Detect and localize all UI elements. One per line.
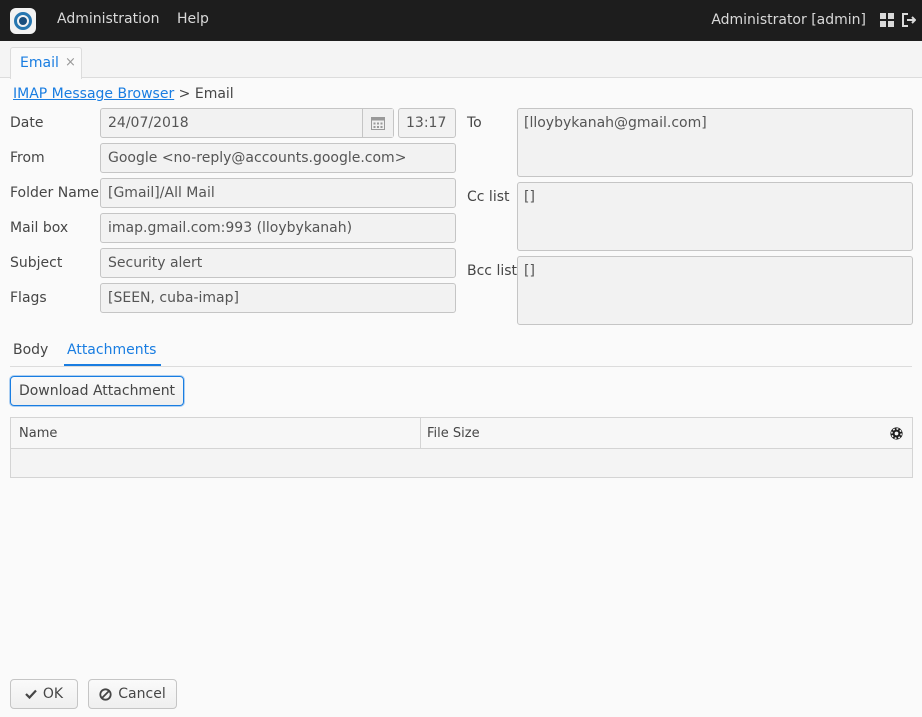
close-icon[interactable]: × [65,55,76,70]
cc-list-field[interactable]: [] [517,182,913,251]
from-label: From [10,150,45,166]
column-header-file-size[interactable]: File Size [427,426,480,441]
user-name[interactable]: Administrator [admin] [711,12,866,28]
subject-label: Subject [10,255,63,271]
cc-list-label: Cc list [467,189,510,205]
tab-bar: Email × [0,41,922,79]
download-attachment-button[interactable]: Download Attachment [10,376,184,406]
app-menu-icon[interactable] [880,13,894,27]
menu-administration[interactable]: Administration [57,11,159,27]
date-label: Date [10,115,44,131]
logo-icon[interactable] [10,8,36,34]
calendar-button[interactable] [362,109,393,137]
cancel-button[interactable]: Cancel [88,679,177,709]
folder-name-label: Folder Name [10,185,100,201]
check-icon [25,689,37,700]
tab-body[interactable]: Body [13,342,48,358]
menu-help[interactable]: Help [177,11,209,27]
top-bar: Administration Help Administrator [admin… [0,0,922,41]
flags-field[interactable]: [SEEN, cuba-imap] [100,283,456,313]
column-divider[interactable] [420,418,421,449]
bcc-list-label: Bcc list [467,263,518,279]
table-header: Name File Size [11,418,912,449]
column-header-name[interactable]: Name [19,426,57,441]
subject-field[interactable]: Security alert [100,248,456,278]
flags-label: Flags [10,290,47,306]
tab-attachments[interactable]: Attachments [67,342,156,358]
bcc-list-field[interactable]: [] [517,256,913,325]
breadcrumb-current: > Email [178,86,234,102]
time-field[interactable]: 13:17 [398,108,456,138]
to-label: To [467,115,482,131]
active-tab-indicator [64,364,161,366]
ban-icon [99,687,112,701]
tab-email-label: Email [20,55,59,71]
attachments-table: Name File Size [10,417,913,478]
to-field[interactable]: [lloybykanah@gmail.com] [517,108,913,177]
folder-name-field[interactable]: [Gmail]/All Mail [100,178,456,208]
tab-email[interactable]: Email × [10,47,82,79]
breadcrumb: IMAP Message Browser > Email [13,86,234,102]
ok-button[interactable]: OK [10,679,78,709]
gear-icon[interactable] [889,426,904,441]
mailbox-field[interactable]: imap.gmail.com:993 (lloybykanah) [100,213,456,243]
logout-icon[interactable] [902,13,916,27]
from-field[interactable]: Google <no-reply@accounts.google.com> [100,143,456,173]
ok-label: OK [42,686,64,702]
breadcrumb-imap-link[interactable]: IMAP Message Browser [13,86,174,102]
cancel-label: Cancel [118,686,166,702]
calendar-icon [371,117,385,130]
date-field[interactable]: 24/07/2018 [100,108,394,138]
content-tabs: Body Attachments [10,338,912,367]
mailbox-label: Mail box [10,220,69,236]
